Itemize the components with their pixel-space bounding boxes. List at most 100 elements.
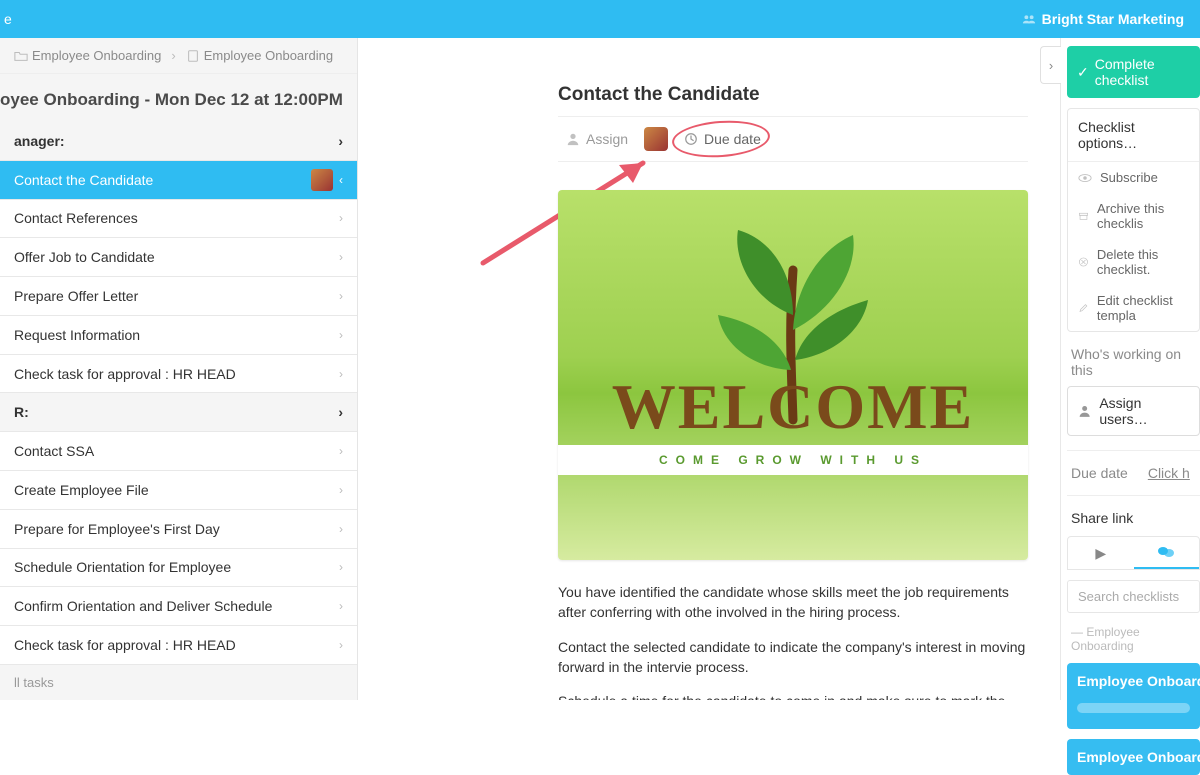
document-icon [186, 49, 200, 63]
due-date-label: Due date [704, 131, 761, 147]
due-date-label: Due date [1071, 465, 1128, 481]
task-item[interactable]: Schedule Orientation for Employee › [0, 549, 357, 588]
task-label: Check task for approval : HR HEAD [14, 637, 236, 653]
task-label: Contact SSA [14, 443, 94, 459]
org-name: Bright Star Marketing [1042, 11, 1184, 27]
subscribe-option[interactable]: Subscribe [1068, 162, 1199, 193]
main-content: Contact the Candidate Assign Due date WE… [358, 38, 1060, 700]
delete-option[interactable]: Delete this checklist. [1068, 239, 1199, 285]
chevron-right-icon: › [339, 599, 343, 613]
complete-label: Complete checklist [1095, 56, 1190, 88]
chevron-right-icon: › [1049, 58, 1053, 73]
chevron-right-icon: › [339, 522, 343, 536]
avatar[interactable] [644, 127, 668, 151]
assign-users-button[interactable]: Assign users… [1067, 386, 1200, 436]
chevron-left-icon: ‹ [339, 173, 343, 187]
task-item[interactable]: Check task for approval : HR HEAD › [0, 626, 357, 665]
task-label: Offer Job to Candidate [14, 249, 155, 265]
welcome-subtitle: COME GROW WITH US [558, 445, 1028, 475]
chevron-right-icon: › [339, 250, 343, 264]
checklist-group-label: — Employee Onboarding [1071, 625, 1200, 653]
breadcrumb-label-1: Employee Onboarding [32, 48, 161, 63]
pencil-icon [1078, 301, 1089, 315]
progress-bar [1077, 703, 1190, 713]
chevron-right-icon: › [339, 560, 343, 574]
left-panel: Employee Onboarding › Employee Onboardin… [0, 38, 358, 700]
option-label: Edit checklist templa [1097, 293, 1189, 323]
right-drawer: › ✓ Complete checklist Checklist options… [1060, 38, 1200, 700]
chevron-right-icon: › [339, 483, 343, 497]
group-icon [1022, 12, 1036, 26]
task-label: Prepare Offer Letter [14, 288, 138, 304]
due-date-link[interactable]: Click h [1148, 465, 1190, 481]
checklist-card[interactable]: Employee Onboardin [1067, 663, 1200, 729]
checklist-card-title: Employee Onboardin [1077, 749, 1200, 765]
tab-run[interactable]: ▶ [1068, 537, 1134, 569]
task-label: Contact the Candidate [14, 172, 153, 188]
collapse-drawer-button[interactable]: › [1040, 46, 1061, 84]
task-item[interactable]: Prepare for Employee's First Day › [0, 510, 357, 549]
task-item[interactable]: Offer Job to Candidate › [0, 238, 357, 277]
task-item[interactable]: Prepare Offer Letter › [0, 277, 357, 316]
archive-option[interactable]: Archive this checklis [1068, 193, 1199, 239]
breadcrumb-item-2[interactable]: Employee Onboarding [186, 48, 333, 63]
chevron-right-icon: › [339, 444, 343, 458]
task-item[interactable]: Check task for approval : HR HEAD› [0, 355, 357, 394]
task-label: Schedule Orientation for Employee [14, 559, 231, 575]
welcome-image: WELCOME COME GROW WITH US [558, 190, 1028, 560]
task-item[interactable]: Create Employee File › [0, 471, 357, 510]
breadcrumb: Employee Onboarding › Employee Onboardin… [0, 38, 357, 74]
task-item[interactable]: Contact References › [0, 200, 357, 239]
task-label: Request Information [14, 327, 140, 343]
page-title: oyee Onboarding - Mon Dec 12 at 12:00PM [0, 74, 357, 122]
chevron-right-icon: › [339, 211, 343, 225]
app-corner-text: e [0, 0, 12, 38]
task-item[interactable]: Request Information› [0, 316, 357, 355]
task-item-contact-candidate[interactable]: Contact the Candidate ‹ [0, 161, 357, 200]
option-label: Delete this checklist. [1097, 247, 1189, 277]
section-header-manager[interactable]: anager: › [0, 122, 357, 161]
group-label-text: Employee Onboarding [1071, 625, 1140, 653]
share-link-heading: Share link [1071, 510, 1200, 526]
paragraph: Contact the selected candidate to indica… [558, 637, 1028, 678]
org-switcher[interactable]: Bright Star Marketing [1022, 11, 1184, 27]
due-date-button[interactable]: Due date [684, 131, 761, 147]
task-label: Contact References [14, 210, 138, 226]
section-header-label: R: [14, 404, 29, 420]
search-checklists-input[interactable]: Search checklists [1067, 580, 1200, 613]
paragraph: Schedule a time for the candidate to com… [558, 691, 1028, 700]
task-item[interactable]: Contact SSA › [0, 432, 357, 471]
chat-icon [1158, 546, 1174, 558]
chevron-right-icon: › [339, 289, 343, 303]
all-tasks-link[interactable]: ll tasks [0, 665, 357, 700]
eye-icon [1078, 171, 1092, 185]
avatar [311, 169, 333, 191]
task-title: Contact the Candidate [558, 84, 1060, 106]
chevron-right-icon: › [338, 404, 343, 420]
checklist-options-panel: Checklist options… Subscribe Archive thi… [1067, 108, 1200, 332]
option-label: Archive this checklis [1097, 201, 1189, 231]
chevron-right-icon: › [339, 638, 343, 652]
task-item[interactable]: Confirm Orientation and Deliver Schedule… [0, 587, 357, 626]
assign-button[interactable]: Assign [566, 131, 628, 147]
assign-label: Assign [586, 131, 628, 147]
breadcrumb-label-2: Employee Onboarding [204, 48, 333, 63]
section-header-hr[interactable]: R: › [0, 393, 357, 432]
task-label: Create Employee File [14, 482, 149, 498]
play-icon: ▶ [1095, 545, 1106, 562]
chevron-right-icon: › [171, 48, 175, 63]
checklist-options-toggle[interactable]: Checklist options… [1068, 109, 1199, 162]
check-icon: ✓ [1077, 64, 1089, 81]
working-on-heading: Who's working on this [1071, 346, 1200, 378]
chevron-right-icon: › [339, 367, 343, 381]
complete-checklist-button[interactable]: ✓ Complete checklist [1067, 46, 1200, 98]
drawer-tabs: ▶ [1067, 536, 1200, 570]
clock-icon [684, 132, 698, 146]
breadcrumb-item-1[interactable]: Employee Onboarding [14, 48, 161, 63]
checklist-card[interactable]: Employee Onboardin [1067, 739, 1200, 775]
tab-comments[interactable] [1134, 537, 1200, 569]
edit-template-option[interactable]: Edit checklist templa [1068, 285, 1199, 331]
task-body: You have identified the candidate whose … [558, 582, 1028, 700]
section-header-label: anager: [14, 133, 65, 149]
task-label: Prepare for Employee's First Day [14, 521, 220, 537]
